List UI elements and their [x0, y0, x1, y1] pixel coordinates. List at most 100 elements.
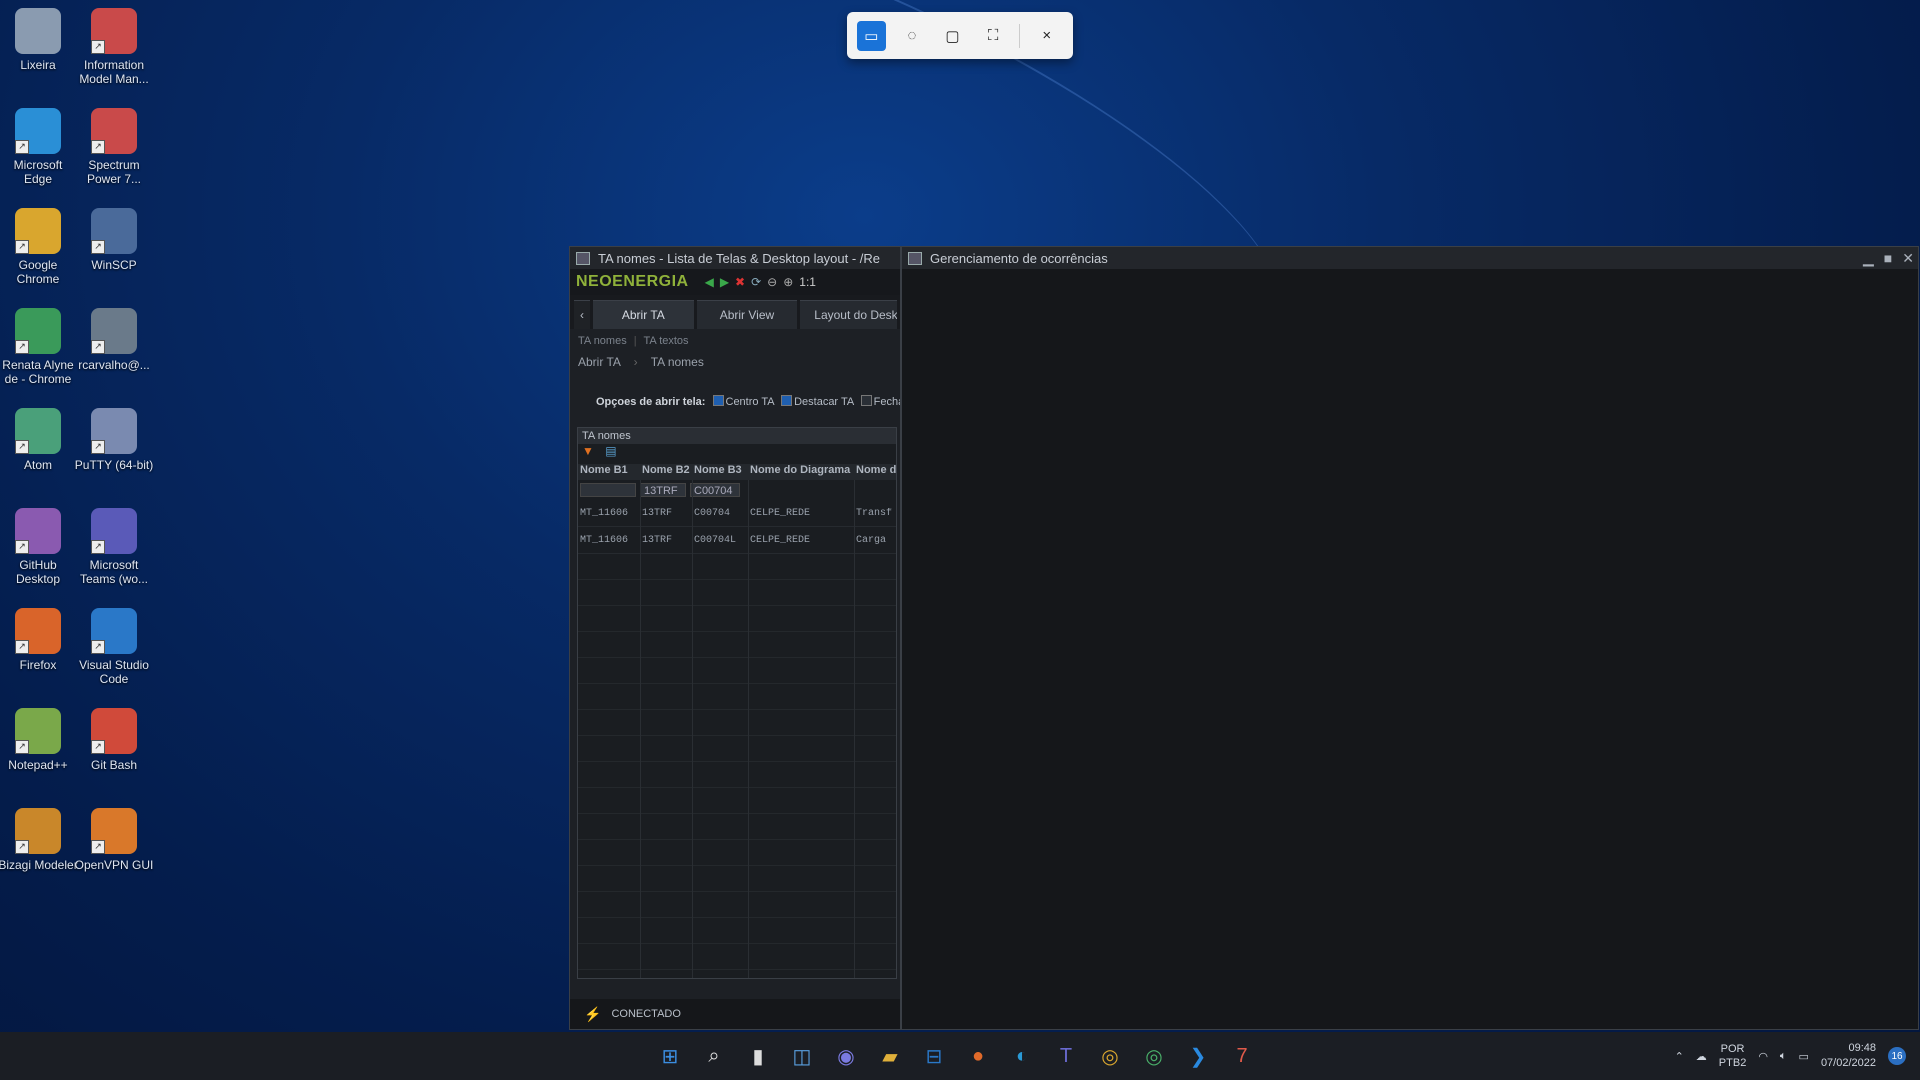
- desktop-icon[interactable]: ↗ OpenVPN GUI: [74, 804, 154, 872]
- widgets-icon[interactable]: ◫: [787, 1041, 817, 1071]
- search-icon[interactable]: ⌕: [699, 1041, 729, 1071]
- start-icon[interactable]: ⊞: [655, 1041, 685, 1071]
- spectrum-7-icon[interactable]: 7: [1227, 1041, 1257, 1071]
- destacar-ta-checkbox[interactable]: [781, 395, 793, 406]
- breadcrumb-abrir-ta[interactable]: Abrir TA: [578, 355, 620, 369]
- taskview-icon[interactable]: ▮: [743, 1041, 773, 1071]
- chrome-icon[interactable]: ◎: [1095, 1041, 1125, 1071]
- divider: [1019, 23, 1021, 48]
- filter-input-b2[interactable]: 13TRF: [640, 483, 686, 497]
- clock[interactable]: 09:48 07/02/2022: [1821, 1041, 1876, 1071]
- minimize-icon[interactable]: ▁: [1863, 250, 1874, 267]
- column-header[interactable]: Nome da: [854, 464, 896, 480]
- open-options: Opçoes de abrir tela: Centro TA Destacar…: [570, 377, 900, 408]
- desktop-icon[interactable]: ↗ PuTTY (64-bit): [74, 404, 154, 472]
- desktop-icon[interactable]: ↗ Bizagi Modeler: [0, 804, 78, 872]
- destacar-ta-label: Destacar TA: [794, 396, 854, 408]
- desktop-icon[interactable]: ↗ Microsoft Teams (wo...: [74, 504, 154, 586]
- close-icon[interactable]: ×: [1032, 21, 1061, 51]
- desktop-icon-label: Microsoft Teams (wo...: [79, 558, 148, 586]
- chevron-up-icon[interactable]: ⌃: [1675, 1050, 1684, 1063]
- desktop-icon[interactable]: ↗ Git Bash: [74, 704, 154, 772]
- empty-row: [578, 736, 896, 762]
- vscode-icon[interactable]: ❯: [1183, 1041, 1213, 1071]
- desktop-icon[interactable]: ↗ GitHub Desktop: [0, 504, 78, 586]
- chrome-alt-icon[interactable]: ◎: [1139, 1041, 1169, 1071]
- close-icon[interactable]: ✕: [1902, 250, 1914, 267]
- shortcut-arrow-icon: ↗: [91, 340, 105, 354]
- chat-icon[interactable]: ◉: [831, 1041, 861, 1071]
- desktop-icon[interactable]: ↗ Microsoft Edge: [0, 104, 78, 186]
- rectangle-snip-icon[interactable]: ▭: [857, 20, 886, 51]
- window-snip-icon[interactable]: ▢: [938, 21, 967, 51]
- remote-icon[interactable]: ⊟: [919, 1041, 949, 1071]
- stop-icon[interactable]: ✖: [735, 275, 745, 289]
- window-titlebar[interactable]: TA nomes - Lista de Telas & Desktop layo…: [570, 247, 900, 269]
- cell: 13TRF: [642, 507, 673, 519]
- zoom-in-icon[interactable]: ⊕: [783, 275, 793, 289]
- desktop-icon[interactable]: ↗ Information Model Man...: [74, 4, 154, 86]
- firefox-icon[interactable]: ●: [963, 1041, 993, 1071]
- language-indicator[interactable]: POR PTB2: [1719, 1042, 1747, 1070]
- forward-icon[interactable]: ▶: [720, 275, 729, 289]
- subtab-ta-textos[interactable]: TA textos: [644, 335, 689, 347]
- file-explorer-icon[interactable]: ▰: [875, 1041, 905, 1071]
- desktop-icon[interactable]: ↗ Spectrum Power 7...: [74, 104, 154, 186]
- empty-row: [578, 554, 896, 580]
- column-header[interactable]: Nome B1: [578, 464, 640, 480]
- desktop-icon[interactable]: ↗ rcarvalho@...: [74, 304, 154, 372]
- export-icon[interactable]: ▤: [605, 444, 616, 458]
- cell: C00704: [694, 507, 731, 519]
- zoom-level[interactable]: 1:1: [799, 275, 816, 289]
- desktop-icon-label: Spectrum Power 7...: [86, 158, 142, 186]
- table-row[interactable]: MT_11606 13TRF C00704 CELPE_REDE Transf: [578, 500, 896, 527]
- teams-icon[interactable]: T: [1051, 1041, 1081, 1071]
- fechar-checkbox[interactable]: [860, 395, 872, 406]
- tab-abrir-ta[interactable]: Abrir TA: [593, 300, 694, 329]
- putty-icon: ↗: [91, 408, 137, 454]
- chevron-right-icon: ›: [633, 355, 638, 369]
- desktop-icon[interactable]: ↗ WinSCP: [74, 204, 154, 272]
- empty-row: [578, 632, 896, 658]
- refresh-icon[interactable]: ⟳: [751, 275, 761, 289]
- desktop-icon[interactable]: ↗ Firefox: [0, 604, 78, 672]
- tab-abrir-view[interactable]: Abrir View: [696, 300, 798, 329]
- desktop-icon-label: Notepad++: [8, 758, 68, 772]
- wifi-icon[interactable]: ◠: [1758, 1050, 1768, 1063]
- desktop-icon[interactable]: ↗ Atom: [0, 404, 78, 472]
- github-icon: ↗: [15, 508, 61, 554]
- column-header[interactable]: Nome B2: [640, 464, 692, 480]
- desktop-icon[interactable]: ↗ Visual Studio Code: [74, 604, 154, 686]
- desktop-icon[interactable]: Lixeira: [0, 4, 78, 72]
- empty-row: [578, 840, 896, 866]
- atom-icon: ↗: [15, 408, 61, 454]
- freeform-snip-icon[interactable]: ◌: [898, 21, 927, 51]
- back-icon[interactable]: ◀: [705, 275, 714, 289]
- battery-icon[interactable]: ▭: [1799, 1050, 1809, 1063]
- zoom-out-icon[interactable]: ⊖: [767, 275, 777, 289]
- filter-icon[interactable]: ▼: [582, 444, 594, 458]
- window-titlebar[interactable]: Gerenciamento de ocorrências ▁ ■ ✕: [902, 247, 1918, 269]
- shortcut-arrow-icon: ↗: [91, 240, 105, 254]
- tab-scroll-left-icon[interactable]: ‹: [574, 300, 590, 329]
- spectrum-7-icon: ↗: [91, 108, 137, 154]
- fullscreen-snip-icon[interactable]: ⛶: [979, 21, 1008, 51]
- tab-layout-desktop[interactable]: Layout do Desk: [800, 300, 897, 329]
- centro-ta-checkbox[interactable]: [712, 395, 724, 406]
- column-header[interactable]: Nome do Diagrama: [748, 464, 854, 480]
- maximize-icon[interactable]: ■: [1884, 250, 1892, 267]
- desktop-icon[interactable]: ↗ Renata Alyne de - Chrome: [0, 304, 78, 386]
- firefox-icon: ↗: [15, 608, 61, 654]
- column-header[interactable]: Nome B3: [692, 464, 748, 480]
- onedrive-icon[interactable]: ☁: [1696, 1050, 1707, 1063]
- table-row[interactable]: MT_11606 13TRF C00704L CELPE_REDE Carga: [578, 527, 896, 554]
- window-title: TA nomes - Lista de Telas & Desktop layo…: [598, 250, 881, 266]
- filter-input-b1[interactable]: [580, 483, 636, 497]
- edge-icon[interactable]: ◐: [1007, 1041, 1037, 1071]
- desktop-icon[interactable]: ↗ Notepad++: [0, 704, 78, 772]
- desktop-icon[interactable]: ↗ Google Chrome: [0, 204, 78, 286]
- subtab-ta-nomes[interactable]: TA nomes: [578, 335, 627, 347]
- volume-icon[interactable]: 🔈︎: [1780, 1050, 1787, 1063]
- filter-input-b3[interactable]: C00704: [690, 483, 740, 497]
- notification-badge[interactable]: 16: [1888, 1047, 1906, 1065]
